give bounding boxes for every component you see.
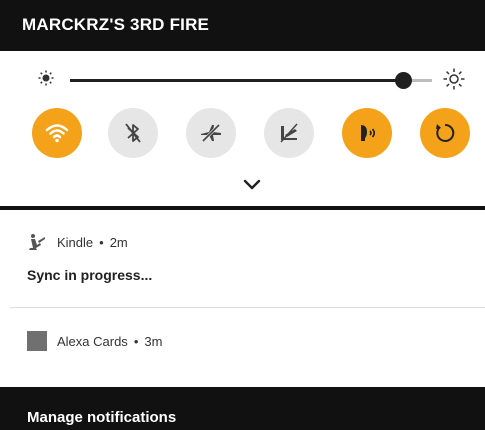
manage-notifications-bar[interactable]: Manage notifications [0,387,485,430]
app-name: Alexa Cards [57,333,128,349]
app-name: Kindle [57,234,94,250]
brightness-slider[interactable] [70,72,432,89]
bluetooth-toggle[interactable] [108,108,158,158]
bluetooth-off-icon [125,123,141,143]
status-header: MARCKRZ'S 3RD FIRE [0,0,485,51]
manage-notifications-link[interactable]: Manage notifications [27,409,176,426]
notification-header: Alexa Cards • 3m [27,331,162,351]
alexa-cards-icon [27,331,47,351]
rotate-icon [436,123,455,142]
notification-alexa-cards[interactable]: Alexa Cards • 3m [0,309,485,387]
brightness-slider-thumb[interactable] [395,72,413,89]
wifi-toggle[interactable] [32,108,82,158]
airplane-off-icon [201,123,221,143]
alexa-hands-free-icon [361,125,376,141]
auto-rotate-toggle[interactable] [420,108,470,158]
brightness-low-icon [38,70,54,86]
wifi-icon [45,124,69,143]
timestamp: 3m [144,333,163,349]
notification-divider [10,307,485,308]
notification-message: Sync in progress... [27,267,153,283]
separator-dot: • [99,234,104,250]
quick-settings-panel [0,51,485,206]
device-name: MARCKRZ'S 3RD FIRE [22,15,210,34]
notification-header: Kindle • 2m [27,232,128,252]
chevron-down-icon[interactable] [243,179,261,191]
brightness-high-icon [443,68,465,90]
timestamp: 2m [109,234,128,250]
separator-dot: • [133,333,139,349]
airplane-mode-toggle[interactable] [186,108,236,158]
show-mode-toggle[interactable] [264,108,314,158]
kindle-reader-icon [29,234,45,250]
alexa-hands-free-toggle[interactable] [342,108,392,158]
brightness-slider-fill [70,79,404,82]
notification-kindle[interactable]: Kindle • 2m Sync in progress... [0,210,485,307]
show-mode-off-icon [280,123,298,143]
